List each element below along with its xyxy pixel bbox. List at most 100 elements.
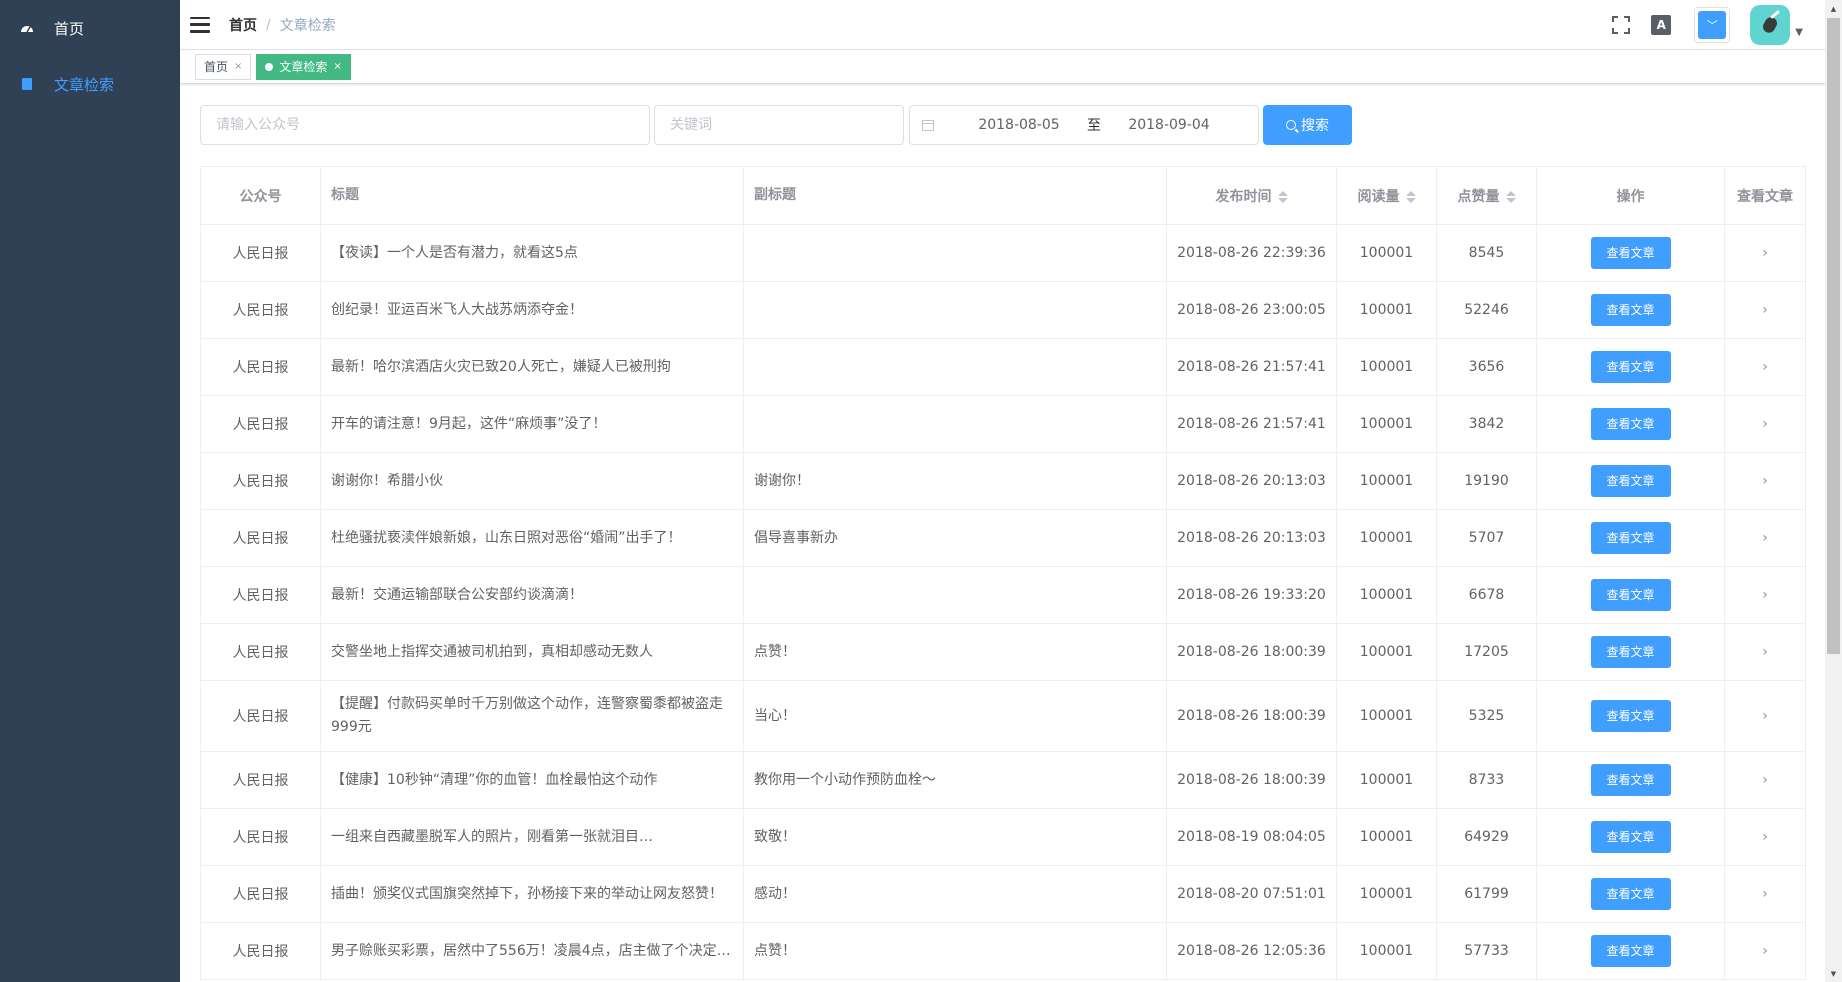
chevron-down-icon: ﹀: [1698, 10, 1727, 39]
keyword-input[interactable]: [654, 105, 904, 145]
view-article-button[interactable]: 查看文章: [1590, 351, 1671, 383]
view-article-button[interactable]: 查看文章: [1590, 237, 1671, 269]
chevron-right-icon[interactable]: ›: [1762, 708, 1768, 724]
cell-action: 查看文章: [1536, 808, 1725, 866]
view-article-button[interactable]: 查看文章: [1590, 294, 1671, 326]
view-article-button[interactable]: 查看文章: [1590, 636, 1671, 668]
sort-icon: [1277, 190, 1288, 203]
sort-icon: [1505, 190, 1516, 203]
header-likes[interactable]: 点赞量: [1436, 166, 1537, 225]
breadcrumb: 首页 / 文章检索: [220, 15, 336, 35]
table-row: 人民日报 杜绝骚扰亵渎伴娘新娘，山东日照对恶俗“婚闹”出手了！ 倡导喜事新办 2018…: [200, 509, 1806, 567]
cell-account: 人民日报: [200, 338, 321, 396]
chevron-right-icon[interactable]: ›: [1762, 416, 1768, 432]
cell-expand: ›: [1724, 680, 1806, 752]
cell-publish-time: 2018-08-26 18:00:39: [1166, 680, 1337, 752]
cell-account: 人民日报: [200, 623, 321, 681]
cell-reads: 100001: [1336, 509, 1437, 567]
view-article-button[interactable]: 查看文章: [1590, 465, 1671, 497]
theme-picker-button[interactable]: ﹀: [1694, 6, 1731, 43]
chevron-right-icon[interactable]: ›: [1762, 245, 1768, 261]
chevron-right-icon[interactable]: ›: [1762, 943, 1768, 959]
search-button-label: 搜索: [1301, 118, 1329, 134]
cell-action: 查看文章: [1536, 338, 1725, 396]
cell-likes: 64929: [1436, 808, 1537, 866]
view-article-button[interactable]: 查看文章: [1590, 764, 1671, 796]
cell-publish-time: 2018-08-26 19:33:20: [1166, 566, 1337, 624]
cell-reads: 100001: [1336, 865, 1437, 923]
chevron-right-icon[interactable]: ›: [1762, 886, 1768, 902]
close-icon[interactable]: ×: [333, 55, 341, 79]
chevron-right-icon[interactable]: ›: [1762, 473, 1768, 489]
cell-title: 最新！交通运输部联合公安部约谈滴滴！: [320, 566, 744, 624]
tag-home[interactable]: 首页 ×: [195, 53, 252, 80]
cell-subtitle: 感动！: [743, 865, 1167, 923]
date-range-picker[interactable]: 2018-08-05 至 2018-09-04: [909, 105, 1259, 145]
view-article-button[interactable]: 查看文章: [1590, 700, 1671, 732]
view-article-button[interactable]: 查看文章: [1590, 522, 1671, 554]
view-article-button[interactable]: 查看文章: [1590, 935, 1671, 967]
cell-subtitle: [743, 338, 1167, 396]
chevron-right-icon[interactable]: ›: [1762, 772, 1768, 788]
cell-reads: 100001: [1336, 808, 1437, 866]
cell-title: 开车的请注意！9月起，这件“麻烦事”没了！: [320, 395, 744, 453]
cell-reads: 100001: [1336, 566, 1437, 624]
header-reads[interactable]: 阅读量: [1336, 166, 1437, 225]
date-end[interactable]: 2018-09-04: [1104, 117, 1234, 133]
cell-likes: 3842: [1436, 395, 1537, 453]
table-row: 人民日报 【提醒】付款码买单时千万别做这个动作，连警察蜀黍都被盗走999元 当心！ 2…: [200, 680, 1806, 752]
cell-subtitle: 点赞！: [743, 623, 1167, 681]
avatar[interactable]: [1750, 4, 1791, 45]
cell-publish-time: 2018-08-26 20:13:03: [1166, 452, 1337, 510]
date-start[interactable]: 2018-08-05: [954, 117, 1084, 133]
caret-down-icon[interactable]: ▼: [1795, 27, 1803, 38]
header-action: 操作: [1536, 166, 1725, 225]
cell-account: 人民日报: [200, 509, 321, 567]
view-article-button[interactable]: 查看文章: [1590, 579, 1671, 611]
account-input[interactable]: [200, 105, 650, 145]
cell-likes: 3656: [1436, 338, 1537, 396]
sidebar-item-article-search[interactable]: 文章检索: [0, 56, 180, 112]
cell-action: 查看文章: [1536, 680, 1725, 752]
cell-expand: ›: [1724, 623, 1806, 681]
view-article-button[interactable]: 查看文章: [1590, 821, 1671, 853]
cell-subtitle: 致敬！: [743, 808, 1167, 866]
cell-subtitle: [743, 566, 1167, 624]
scroll-up-icon[interactable]: ▲: [1825, 0, 1842, 17]
cell-title: 【夜读】一个人是否有潜力，就看这5点: [320, 224, 744, 282]
cell-action: 查看文章: [1536, 395, 1725, 453]
table-row: 人民日报 谢谢你！希腊小伙 谢谢你！ 2018-08-26 20:13:03 10000…: [200, 452, 1806, 510]
chevron-right-icon[interactable]: ›: [1762, 530, 1768, 546]
cell-expand: ›: [1724, 395, 1806, 453]
tag-label: 首页: [204, 59, 229, 74]
chevron-right-icon[interactable]: ›: [1762, 829, 1768, 845]
cell-expand: ›: [1724, 338, 1806, 396]
cell-subtitle: [743, 281, 1167, 339]
hamburger-icon[interactable]: [190, 16, 210, 33]
article-table: 公众号 标题 副标题 发布时间 阅读量 点赞量 操作 查看文章 人民日报 【夜读】…: [200, 166, 1806, 980]
cell-publish-time: 2018-08-26 12:05:36: [1166, 922, 1337, 980]
cell-account: 人民日报: [200, 922, 321, 980]
scroll-thumb[interactable]: [1827, 18, 1840, 654]
chevron-right-icon[interactable]: ›: [1762, 587, 1768, 603]
chevron-right-icon[interactable]: ›: [1762, 302, 1768, 318]
header-publish-time[interactable]: 发布时间: [1166, 166, 1337, 225]
tag-article-search[interactable]: 文章检索 ×: [256, 53, 351, 80]
view-article-button[interactable]: 查看文章: [1590, 408, 1671, 440]
cell-title: 男子赊账买彩票，居然中了556万！凌晨4点，店主做了个决定…: [320, 922, 744, 980]
size-select-icon[interactable]: A: [1650, 14, 1672, 36]
chevron-right-icon[interactable]: ›: [1762, 359, 1768, 375]
search-button[interactable]: 搜索: [1263, 105, 1352, 145]
close-icon[interactable]: ×: [234, 55, 242, 79]
page-scrollbar[interactable]: ▲ ▼: [1825, 0, 1842, 982]
table-row: 人民日报 创纪录！亚运百米飞人大战苏炳添夺金！ 2018-08-26 23:00:0…: [200, 281, 1806, 339]
sidebar-item-home[interactable]: 首页: [0, 0, 180, 56]
breadcrumb-home[interactable]: 首页: [229, 15, 257, 35]
table-row: 人民日报 男子赊账买彩票，居然中了556万！凌晨4点，店主做了个决定… 点赞！ 201…: [200, 922, 1806, 980]
scroll-down-icon[interactable]: ▼: [1825, 965, 1842, 982]
view-article-button[interactable]: 查看文章: [1590, 878, 1671, 910]
cell-expand: ›: [1724, 281, 1806, 339]
fullscreen-icon[interactable]: [1610, 14, 1632, 36]
chevron-right-icon[interactable]: ›: [1762, 644, 1768, 660]
search-icon: [1286, 120, 1296, 130]
